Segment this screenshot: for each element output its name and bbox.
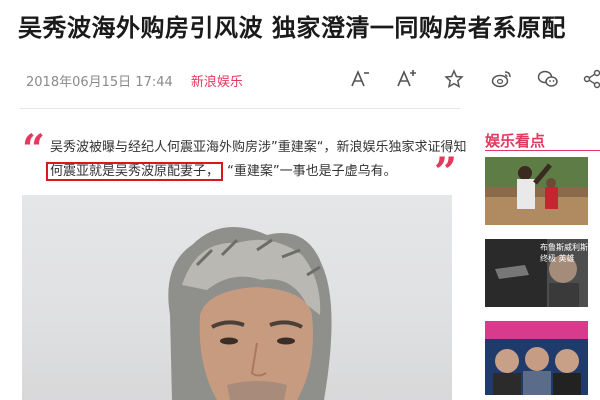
publish-date: 2018年06月15日 17:44 <box>26 75 173 90</box>
article-summary: 吴秀波被曝与经纪人何震亚海外购房涉”重建案“，新浪娱乐独家求证得知 何震亚就是吴… <box>46 136 467 184</box>
thumbnail-2-caption: 布鲁斯威利斯 终极 英雄 <box>540 243 588 263</box>
highlighted-phrase: 何震亚就是吴秀波原配妻子， <box>46 162 224 181</box>
article-meta: 2018年06月15日 17:44 新浪娱乐 <box>26 71 243 90</box>
share-icon[interactable] <box>578 64 600 94</box>
channel-link[interactable]: 新浪娱乐 <box>191 75 243 90</box>
article-title: 吴秀波海外购房引风波 独家澄清一同购房者系原配 <box>18 14 566 42</box>
summary-line-1: 吴秀波被曝与经纪人何震亚海外购房涉”重建案“，新浪娱乐独家求证得知 <box>50 140 467 155</box>
sidebar-thumbnail-3[interactable] <box>485 321 588 395</box>
meta-divider <box>20 108 460 109</box>
weibo-icon[interactable] <box>488 64 516 94</box>
font-decrease-icon[interactable] <box>346 64 374 94</box>
font-increase-icon[interactable] <box>392 64 420 94</box>
sidebar-divider <box>485 150 600 151</box>
summary-line-2-rest: “重建案”一事也是子虚乌有。 <box>227 164 397 179</box>
quote-close-icon: ” <box>434 149 458 196</box>
summary-line-2: 何震亚就是吴秀波原配妻子， “重建案”一事也是子虚乌有。 <box>46 160 430 184</box>
quote-open-icon: “ <box>22 126 46 173</box>
star-icon[interactable] <box>440 64 468 94</box>
article-toolbar <box>346 64 600 94</box>
sidebar-thumbnail-1[interactable] <box>485 157 588 225</box>
sidebar-title: 娱乐看点 <box>485 132 546 150</box>
wechat-icon[interactable] <box>534 64 562 94</box>
article-photo <box>22 195 452 400</box>
sidebar-thumbnail-2[interactable]: 布鲁斯威利斯 终极 英雄 <box>485 239 588 307</box>
